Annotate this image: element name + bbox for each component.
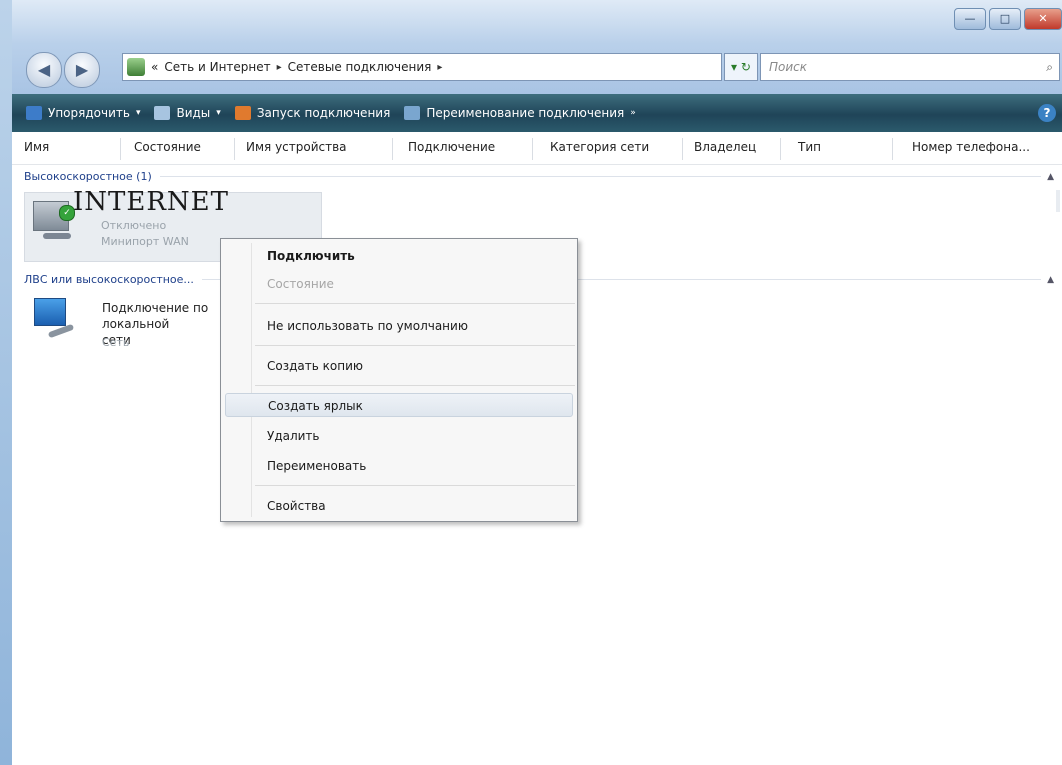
maximize-button[interactable]: □: [989, 8, 1021, 30]
column-name[interactable]: Имя: [24, 140, 49, 154]
breadcrumb-overflow[interactable]: «: [151, 60, 158, 74]
menu-item-rename[interactable]: Переименовать: [267, 459, 366, 473]
breadcrumb-network-internet[interactable]: Сеть и Интернет: [164, 60, 270, 74]
column-connection[interactable]: Подключение: [408, 140, 495, 154]
column-network-category[interactable]: Категория сети: [550, 140, 649, 154]
views-label: Виды: [176, 106, 211, 120]
caption-buttons: — □ ✕: [954, 8, 1062, 30]
breadcrumb-separator-icon[interactable]: ▸: [277, 62, 282, 73]
refresh-button[interactable]: ▾ ↻: [724, 53, 758, 81]
column-divider[interactable]: [682, 138, 683, 160]
breadcrumb-network-connections[interactable]: Сетевые подключения: [288, 60, 432, 74]
window-frame-left: [0, 0, 12, 765]
group-divider: [159, 176, 1042, 177]
organize-icon: [26, 106, 42, 120]
connect-icon: [234, 106, 251, 120]
column-phone-number[interactable]: Номер телефона...: [912, 140, 1030, 154]
address-row: ◀ ▶ « Сеть и Интернет ▸ Сетевые подключе…: [12, 44, 1062, 94]
chevron-down-icon: ▾: [216, 108, 221, 118]
column-header: Имя Состояние Имя устройства Подключение…: [12, 132, 1062, 165]
connection-status: Отключено: [101, 219, 167, 232]
rename-icon: [404, 106, 421, 120]
menu-separator: [255, 303, 575, 304]
column-divider[interactable]: [120, 138, 121, 160]
connection-status: Сеть: [102, 336, 130, 349]
help-icon[interactable]: ?: [1038, 104, 1056, 122]
connection-device: Минипорт WAN: [101, 235, 189, 248]
address-bar[interactable]: « Сеть и Интернет ▸ Сетевые подключения …: [122, 53, 722, 81]
menu-item-create-copy[interactable]: Создать копию: [267, 359, 363, 373]
explorer-window: — □ ✕ ◀ ▶ « Сеть и Интернет ▸ Сетевые по…: [0, 0, 1062, 765]
column-divider[interactable]: [392, 138, 393, 160]
menu-separator: [255, 385, 575, 386]
scroll-indicator[interactable]: [1056, 190, 1060, 212]
menu-item-delete[interactable]: Удалить: [267, 429, 320, 443]
views-button[interactable]: Виды ▾: [154, 106, 221, 120]
title-bar: — □ ✕: [12, 0, 1062, 44]
rename-connection-label: Переименование подключения: [426, 106, 625, 120]
column-device-name[interactable]: Имя устройства: [246, 140, 347, 154]
search-input[interactable]: Поиск ⌕: [760, 53, 1060, 81]
collapse-icon[interactable]: ▲: [1047, 172, 1054, 182]
column-type[interactable]: Тип: [798, 140, 821, 154]
search-placeholder: Поиск: [769, 60, 808, 74]
search-icon[interactable]: ⌕: [1046, 54, 1053, 80]
organize-button[interactable]: Упорядочить ▾: [26, 106, 140, 120]
rename-connection-button[interactable]: Переименование подключения »: [404, 106, 636, 120]
group-title: ЛВС или высокоскоростное...: [24, 273, 194, 286]
organize-label: Упорядочить: [48, 106, 130, 120]
start-connection-button[interactable]: Запуск подключения: [234, 106, 391, 120]
minimize-button[interactable]: —: [954, 8, 986, 30]
column-owner[interactable]: Владелец: [694, 140, 756, 154]
command-bar: Упорядочить ▾ Виды ▾ Запуск подключения …: [12, 94, 1062, 132]
close-button[interactable]: ✕: [1024, 8, 1062, 30]
menu-gutter: [251, 243, 252, 517]
column-divider[interactable]: [780, 138, 781, 160]
dialup-connection-icon: ✓: [33, 201, 75, 241]
views-icon: [154, 106, 171, 120]
menu-item-connect[interactable]: Подключить: [267, 249, 355, 263]
breadcrumb-separator-icon[interactable]: ▸: [437, 62, 442, 73]
menu-separator: [255, 485, 575, 486]
start-connection-label: Запуск подключения: [256, 106, 391, 120]
more-commands-icon[interactable]: »: [630, 108, 636, 118]
connection-name: INTERNET: [73, 187, 229, 217]
menu-item-not-default[interactable]: Не использовать по умолчанию: [267, 319, 468, 333]
chevron-down-icon: ▾: [135, 108, 141, 118]
column-divider[interactable]: [892, 138, 893, 160]
menu-item-properties[interactable]: Свойства: [267, 499, 326, 513]
context-menu: Подключить Состояние Не использовать по …: [220, 238, 578, 522]
menu-item-create-shortcut[interactable]: Создать ярлык: [225, 393, 573, 417]
collapse-icon[interactable]: ▲: [1047, 275, 1054, 285]
group-title: Высокоскоростное (1): [24, 170, 152, 183]
column-divider[interactable]: [234, 138, 235, 160]
menu-separator: [255, 345, 575, 346]
column-status[interactable]: Состояние: [134, 140, 201, 154]
group-header-broadband[interactable]: Высокоскоростное (1) ▲: [24, 170, 1054, 183]
network-folder-icon: [127, 58, 145, 76]
menu-item-status[interactable]: Состояние: [267, 277, 334, 291]
column-divider[interactable]: [532, 138, 533, 160]
back-button[interactable]: ◀: [26, 52, 62, 88]
forward-button[interactable]: ▶: [64, 52, 100, 88]
lan-connection-icon: [34, 298, 78, 342]
